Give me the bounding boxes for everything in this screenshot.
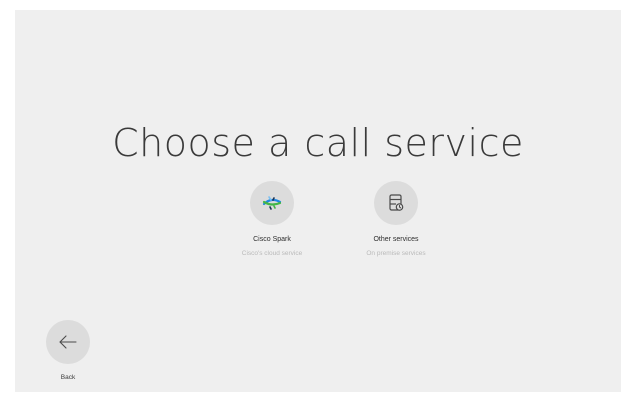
cisco-spark-button[interactable] (250, 181, 294, 225)
other-services-subtitle: On premise services (366, 250, 426, 257)
other-services-label: Other services (373, 236, 419, 243)
option-cisco-spark[interactable]: Cisco Spark Cisco's cloud service (212, 181, 332, 258)
server-icon (389, 194, 404, 211)
cisco-spark-icon (262, 196, 282, 210)
back-button[interactable]: Back (45, 320, 91, 382)
cisco-spark-label: Cisco Spark (253, 236, 291, 243)
cisco-spark-subtitle: Cisco's cloud service (241, 250, 303, 257)
back-label: Back (60, 374, 76, 381)
arrow-left-icon (59, 335, 77, 349)
page-title: Choose a call service (112, 121, 524, 165)
back-circle[interactable] (46, 320, 90, 364)
other-services-button[interactable] (374, 181, 418, 225)
option-other-services[interactable]: Other services On premise services (336, 181, 456, 258)
